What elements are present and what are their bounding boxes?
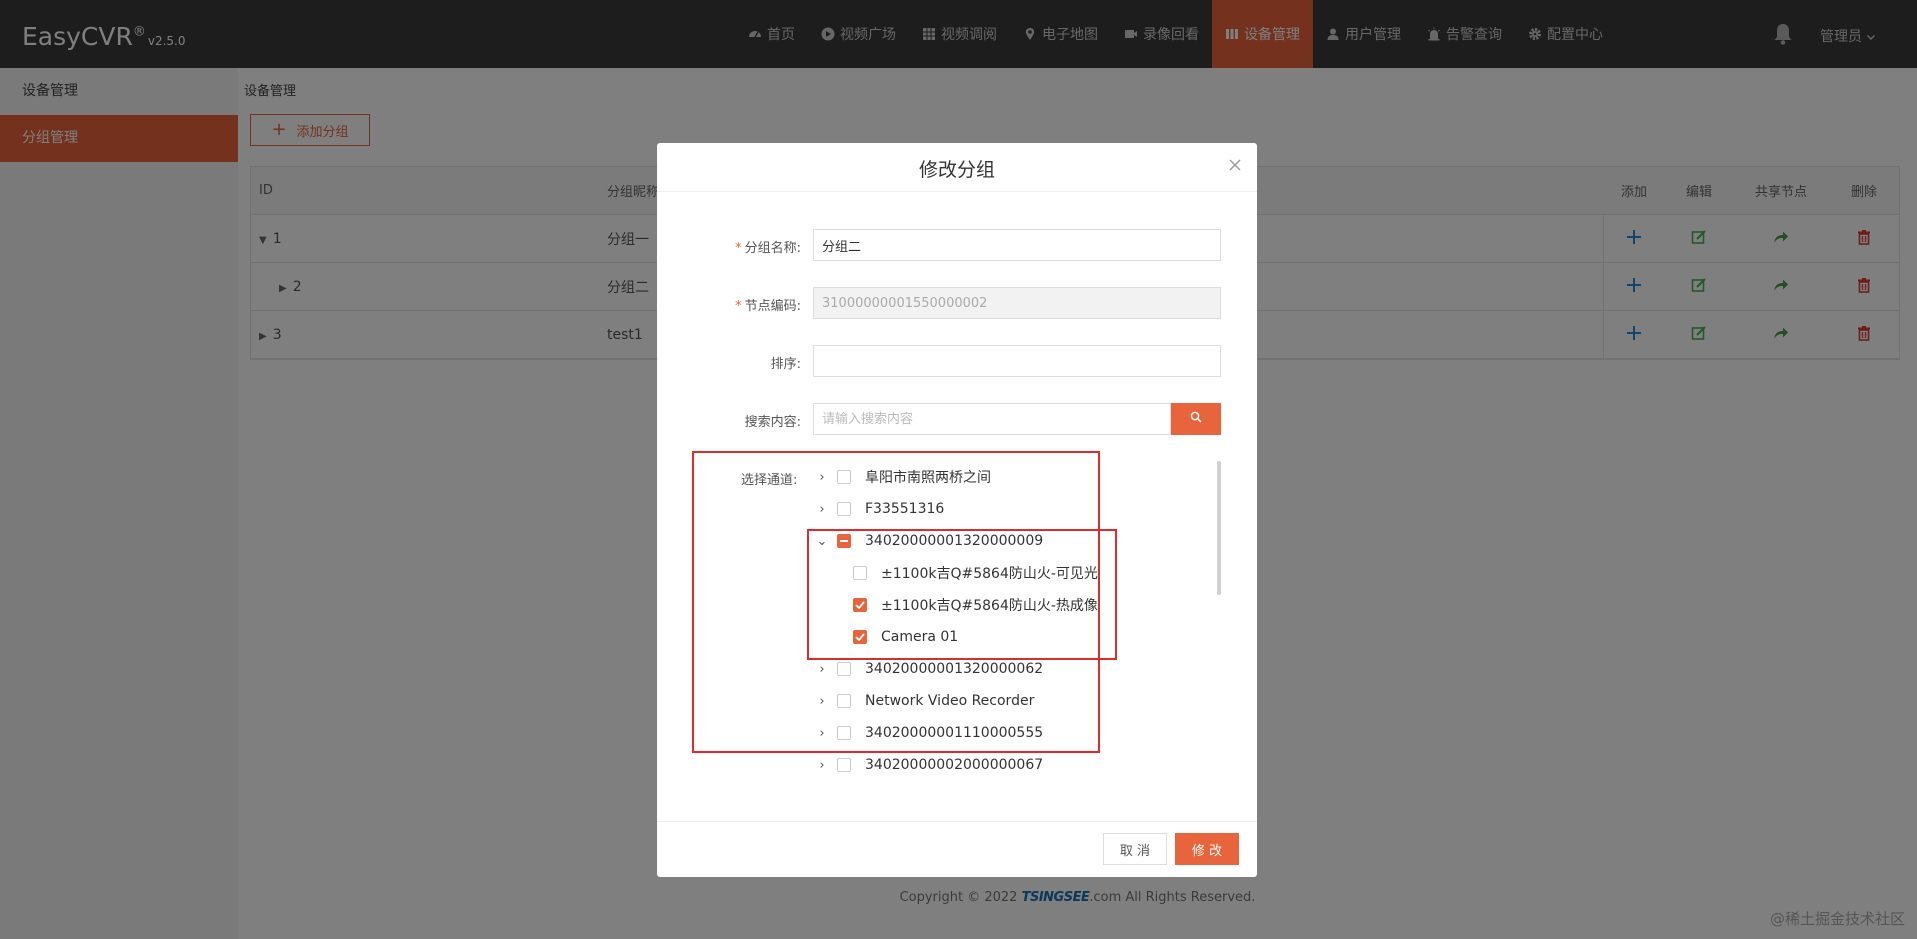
order-label: 排序: xyxy=(770,357,801,372)
order-input[interactable] xyxy=(813,345,1221,377)
highlight-box-selected xyxy=(807,529,1117,660)
tree-node[interactable]: › 34020000002000000067 xyxy=(815,754,1043,776)
group-name-row: * 分组名称: xyxy=(657,229,1257,261)
search-row: 搜索内容: xyxy=(657,403,1257,435)
close-icon[interactable] xyxy=(1227,157,1243,173)
edit-group-dialog: 修改分组 *分组名称: *节点编码: 排序: 搜索内容: 选择通道: › 阜阳市… xyxy=(657,143,1257,877)
divider xyxy=(657,191,1257,192)
checkbox[interactable] xyxy=(837,758,851,772)
divider xyxy=(657,821,1257,822)
dialog-title: 修改分组 xyxy=(918,159,995,181)
search-label: 搜索内容: xyxy=(744,415,801,430)
cancel-button[interactable]: 取 消 xyxy=(1103,833,1167,865)
node-code-row: * 节点编码: xyxy=(657,287,1257,319)
group-name-input[interactable] xyxy=(813,229,1221,261)
search-button[interactable] xyxy=(1171,403,1221,435)
order-row: 排序: xyxy=(657,345,1257,377)
node-code-label: * 节点编码: xyxy=(735,299,801,314)
node-code-input xyxy=(813,287,1221,319)
chevron-right-icon[interactable]: › xyxy=(815,758,829,773)
tree-node-label: 34020000002000000067 xyxy=(865,757,1044,773)
tree-scrollbar[interactable] xyxy=(1217,461,1221,595)
search-input[interactable] xyxy=(813,403,1171,435)
search-icon xyxy=(1190,411,1202,427)
group-name-label: * 分组名称: xyxy=(735,241,801,256)
confirm-button[interactable]: 修 改 xyxy=(1175,833,1239,865)
